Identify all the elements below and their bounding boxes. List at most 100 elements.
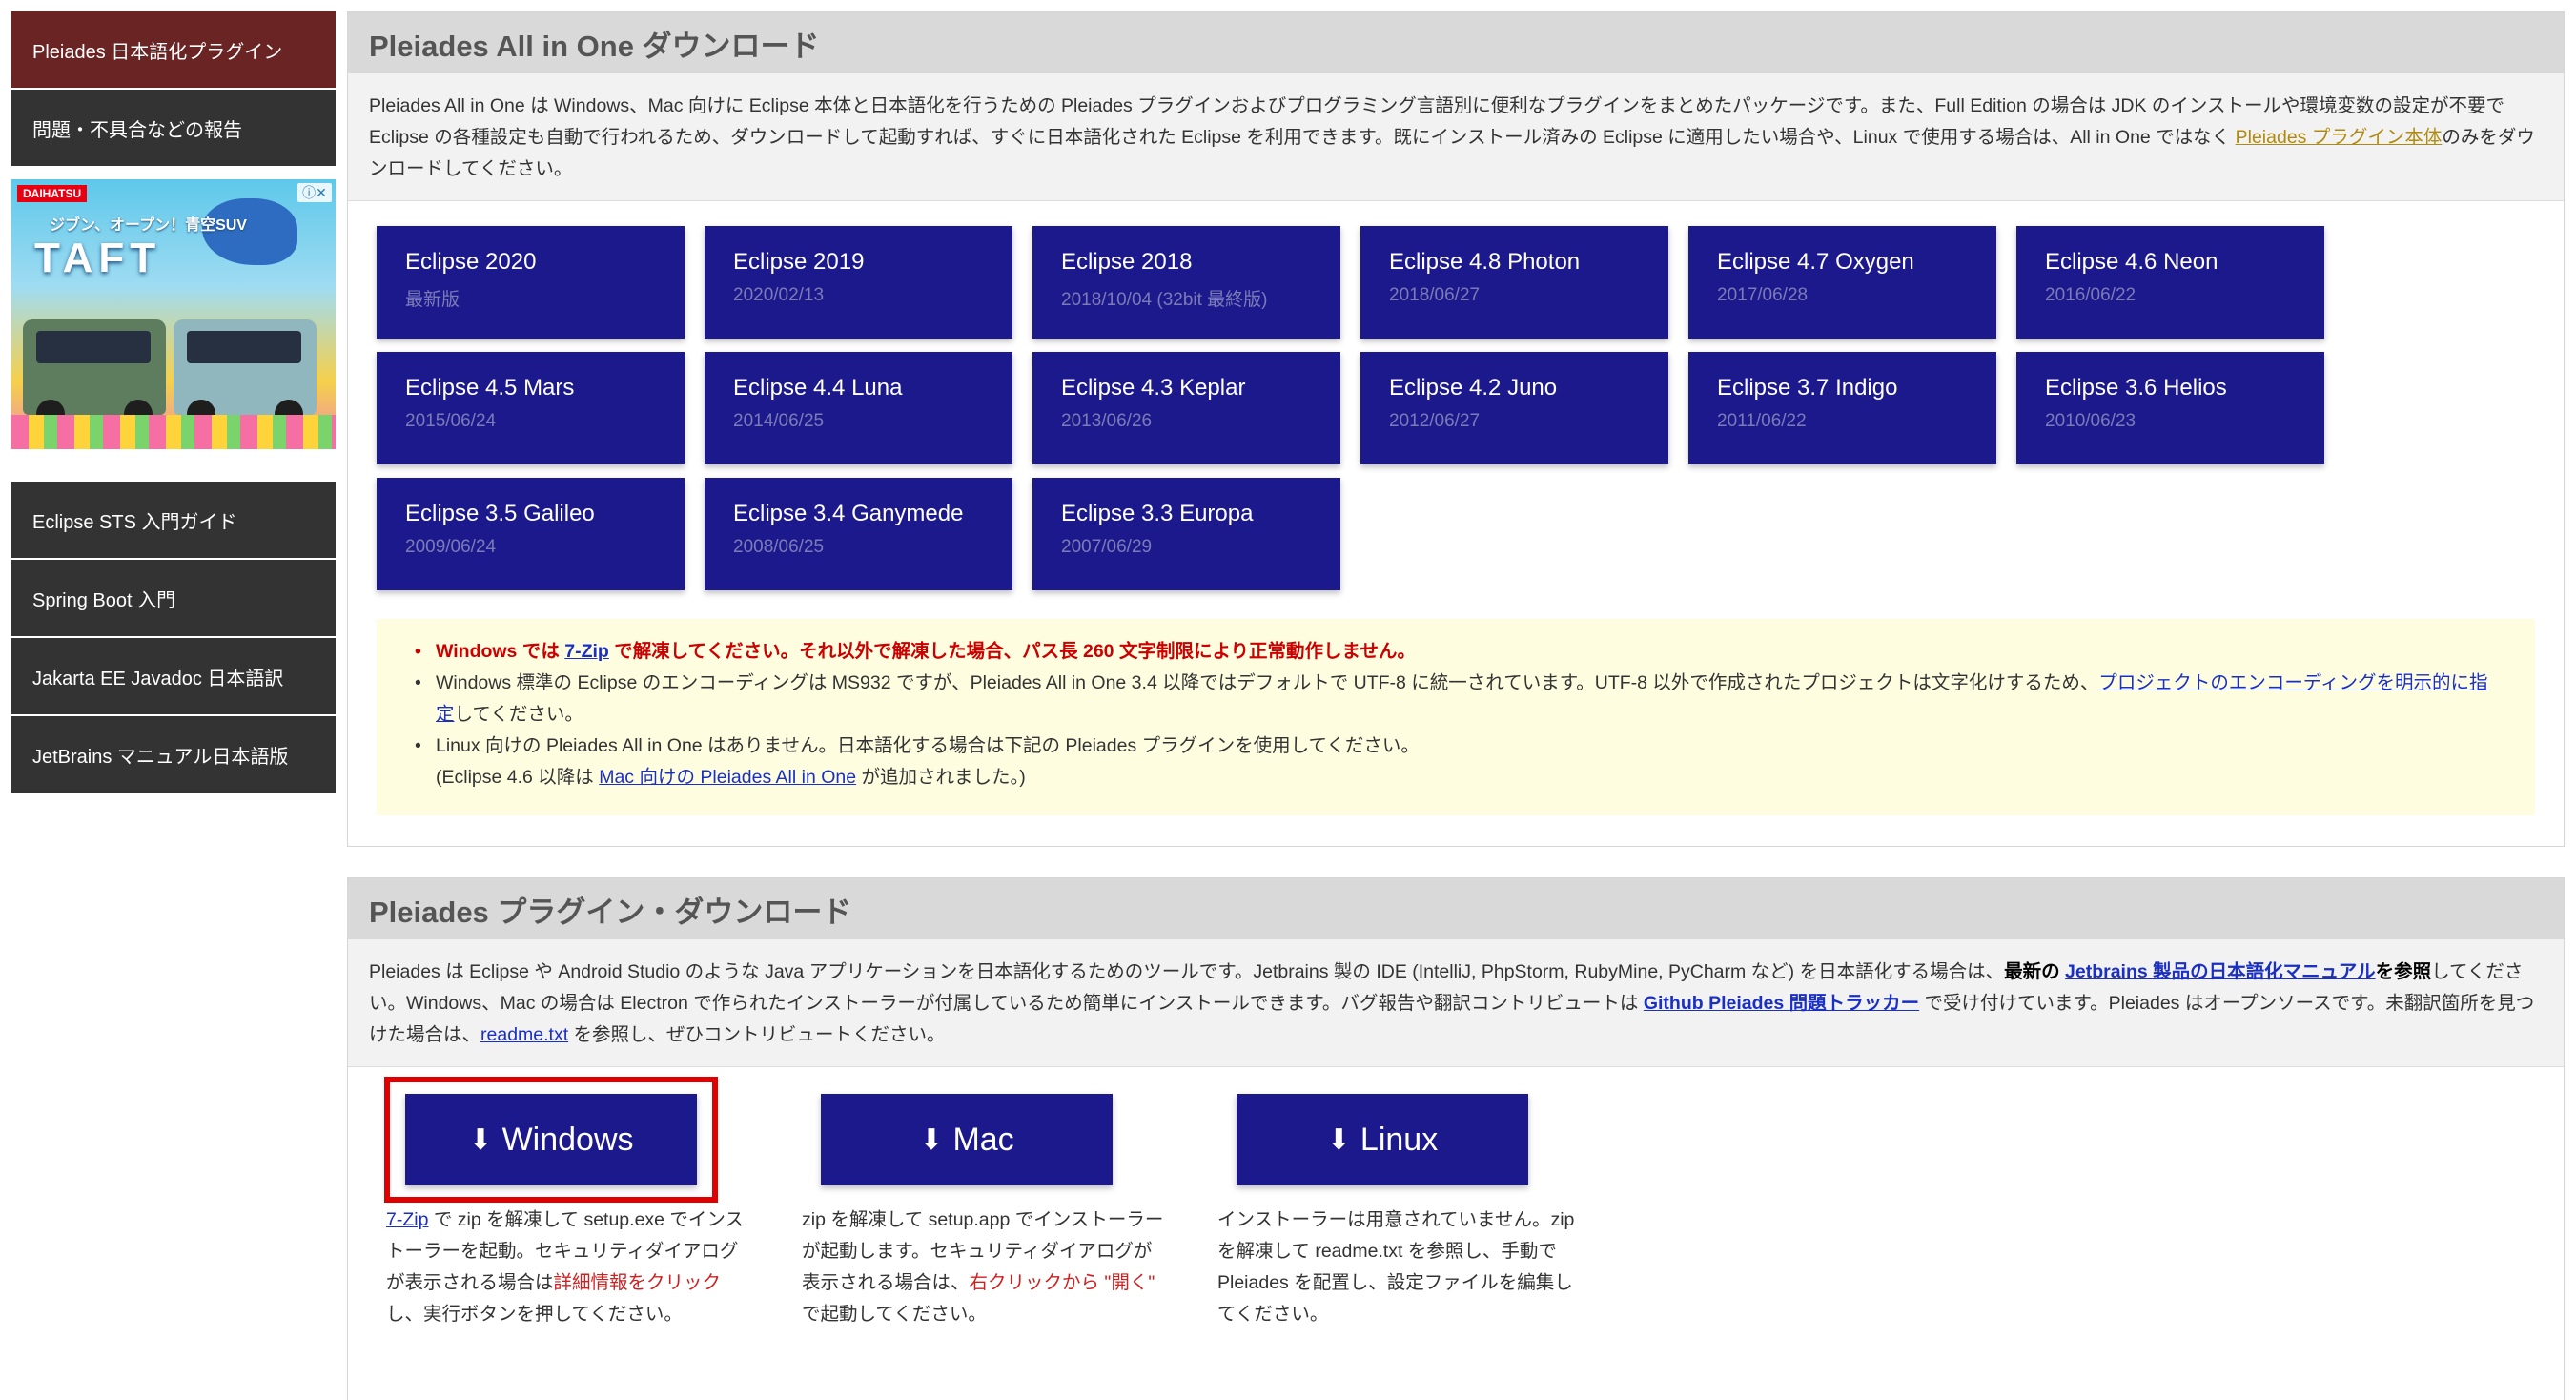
linux-note: インストーラーは用意されていません。zip を解凍して readme.txt を… bbox=[1217, 1209, 1575, 1325]
version-button[interactable]: Eclipse 4.6 Neon 2016/06/22 bbox=[2016, 226, 2324, 339]
plugin-title: Pleiades プラグイン・ダウンロード bbox=[348, 878, 2564, 939]
windows-note-highlight: 詳細情報をクリック bbox=[553, 1272, 722, 1293]
version-button[interactable]: Eclipse 3.4 Ganymede 2008/06/25 bbox=[705, 478, 1012, 590]
windows-download-button[interactable]: ⬇ Windows bbox=[405, 1094, 697, 1185]
bullet-icon: • bbox=[415, 641, 421, 662]
version-name: Eclipse 2018 bbox=[1061, 249, 1193, 275]
download-icon: ⬇ bbox=[919, 1123, 944, 1156]
version-date: 2018/06/27 bbox=[1389, 285, 1481, 305]
note-text: Windows 標準の Eclipse のエンコーディングは MS932 ですが… bbox=[436, 672, 2099, 693]
bullet-icon: • bbox=[415, 735, 421, 756]
sidebar: Pleiades 日本語化プラグイン 問題・不具合などの報告 DAIHATSU … bbox=[11, 11, 336, 794]
7zip-link[interactable]: 7-Zip bbox=[386, 1209, 428, 1230]
linux-download-button[interactable]: ⬇ Linux bbox=[1237, 1094, 1528, 1185]
bullet-icon: • bbox=[415, 672, 421, 693]
version-name: Eclipse 2019 bbox=[733, 249, 865, 275]
allinone-section: Pleiades All in One ダウンロード Pleiades All … bbox=[347, 11, 2565, 847]
version-button[interactable]: Eclipse 2020 最新版 bbox=[377, 226, 685, 339]
version-name: Eclipse 3.6 Helios bbox=[2045, 375, 2227, 401]
version-date: 2009/06/24 bbox=[405, 537, 497, 557]
7zip-link[interactable]: 7-Zip bbox=[564, 641, 609, 662]
plugin-desc-text: を参照し、ぜひコントリビュートください。 bbox=[568, 1024, 946, 1045]
version-name: Eclipse 4.3 Keplar bbox=[1061, 375, 1246, 401]
sidebar-item-bug-report[interactable]: 問題・不具合などの報告 bbox=[11, 90, 336, 166]
github-tracker-link[interactable]: Github Pleiades 問題トラッカー bbox=[1644, 993, 1919, 1014]
sidebar-item-jetbrains[interactable]: JetBrains マニュアル日本語版 bbox=[11, 716, 336, 793]
version-name: Eclipse 4.7 Oxygen bbox=[1717, 249, 1914, 275]
version-button[interactable]: Eclipse 4.8 Photon 2018/06/27 bbox=[1360, 226, 1668, 339]
note-text: で解凍してください。それ以外で解凍した場合、パス長 260 文字制限により正常動… bbox=[608, 641, 1416, 662]
mac-note-highlight: 右クリックから "開く" bbox=[969, 1272, 1155, 1293]
sidebar-item-eclipse-sts[interactable]: Eclipse STS 入門ガイド bbox=[11, 482, 336, 558]
ad-flowers-image bbox=[11, 415, 336, 449]
ad-car-image bbox=[23, 319, 166, 428]
version-button[interactable]: Eclipse 4.3 Keplar 2013/06/26 bbox=[1032, 352, 1340, 464]
note-text: が追加されました。) bbox=[856, 767, 1026, 788]
version-name: Eclipse 4.8 Photon bbox=[1389, 249, 1581, 275]
plugin-desc-bold: を参照 bbox=[2375, 961, 2432, 982]
windows-note: 7-Zip で zip を解凍して setup.exe でインストーラーを起動。… bbox=[386, 1204, 748, 1330]
readme-link[interactable]: readme.txt bbox=[480, 1024, 568, 1045]
version-name: Eclipse 4.2 Juno bbox=[1389, 375, 1558, 401]
plugin-desc-bold: 最新の bbox=[2004, 961, 2066, 982]
note-text: (Eclipse 4.6 以降は bbox=[436, 767, 600, 788]
advertisement-banner[interactable]: DAIHATSU ⓘ✕ ジブン、オープン！青空SUV TAFT bbox=[11, 179, 336, 449]
ad-brand-logo: DAIHATSU bbox=[17, 185, 88, 202]
windows-note-text: し、実行ボタンを押してください。 bbox=[386, 1304, 683, 1325]
version-name: Eclipse 3.7 Indigo bbox=[1717, 375, 1898, 401]
version-name: Eclipse 3.3 Europa bbox=[1061, 501, 1254, 526]
version-button[interactable]: Eclipse 4.5 Mars 2015/06/24 bbox=[377, 352, 685, 464]
sidebar-item-spring-boot[interactable]: Spring Boot 入門 bbox=[11, 560, 336, 636]
mac-allinone-link[interactable]: Mac 向けの Pleiades All in One bbox=[599, 767, 856, 788]
jetbrains-manual-link[interactable]: Jetbrains 製品の日本語化マニュアル bbox=[2065, 961, 2376, 982]
mac-note: zip を解凍して setup.app でインストーラーが起動します。セキュリテ… bbox=[802, 1204, 1164, 1330]
sidebar-item-pleiades-plugin[interactable]: Pleiades 日本語化プラグイン bbox=[11, 11, 336, 88]
ad-product-logo: TAFT bbox=[34, 235, 162, 281]
version-button[interactable]: Eclipse 4.4 Luna 2014/06/25 bbox=[705, 352, 1012, 464]
note-linux: • Linux 向けの Pleiades All in One はありません。日本… bbox=[415, 731, 2497, 793]
ad-headline: ジブン、オープン！青空SUV bbox=[50, 217, 247, 234]
notes-box: • Windows では 7-Zip で解凍してください。それ以外で解凍した場合、… bbox=[377, 619, 2535, 815]
version-button[interactable]: Eclipse 3.7 Indigo 2011/06/22 bbox=[1688, 352, 1996, 464]
mac-note-text: で起動してください。 bbox=[802, 1304, 987, 1325]
sidebar-top-group: Pleiades 日本語化プラグイン 問題・不具合などの報告 bbox=[11, 11, 336, 166]
version-button[interactable]: Eclipse 4.7 Oxygen 2017/06/28 bbox=[1688, 226, 1996, 339]
version-name: Eclipse 4.6 Neon bbox=[2045, 249, 2218, 275]
version-button[interactable]: Eclipse 4.2 Juno 2012/06/27 bbox=[1360, 352, 1668, 464]
sidebar-item-jakarta-ee[interactable]: Jakarta EE Javadoc 日本語訳 bbox=[11, 638, 336, 714]
version-date: 最新版 bbox=[405, 290, 460, 310]
version-date: 2007/06/29 bbox=[1061, 537, 1153, 557]
version-date: 2015/06/24 bbox=[405, 411, 497, 431]
version-button[interactable]: Eclipse 3.6 Helios 2010/06/23 bbox=[2016, 352, 2324, 464]
version-button[interactable]: Eclipse 2018 2018/10/04 (32bit 最終版) bbox=[1032, 226, 1340, 339]
pleiades-plugin-link[interactable]: Pleiades プラグイン本体 bbox=[2236, 127, 2443, 148]
note-encoding: • Windows 標準の Eclipse のエンコーディングは MS932 です… bbox=[415, 668, 2497, 731]
sidebar-bottom-group: Eclipse STS 入門ガイド Spring Boot 入門 Jakarta… bbox=[11, 482, 336, 793]
version-date: 2008/06/25 bbox=[733, 537, 825, 557]
linux-download-label: Linux bbox=[1360, 1121, 1439, 1158]
version-name: Eclipse 2020 bbox=[405, 249, 537, 275]
ad-close-icon[interactable]: ⓘ✕ bbox=[297, 183, 332, 202]
version-button[interactable]: Eclipse 3.3 Europa 2007/06/29 bbox=[1032, 478, 1340, 590]
version-date: 2013/06/26 bbox=[1061, 411, 1153, 431]
version-date: 2018/10/04 (32bit 最終版) bbox=[1061, 290, 1268, 310]
version-button[interactable]: Eclipse 2019 2020/02/13 bbox=[705, 226, 1012, 339]
version-grid: Eclipse 2020 最新版 Eclipse 2019 2020/02/13 E… bbox=[348, 201, 2564, 590]
version-name: Eclipse 3.4 Ganymede bbox=[733, 501, 964, 526]
version-date: 2020/02/13 bbox=[733, 285, 825, 305]
plugin-section: Pleiades プラグイン・ダウンロード Pleiades は Eclipse… bbox=[347, 877, 2565, 1400]
allinone-title: Pleiades All in One ダウンロード bbox=[348, 12, 2564, 73]
mac-download-button[interactable]: ⬇ Mac bbox=[821, 1094, 1113, 1185]
version-name: Eclipse 4.5 Mars bbox=[405, 375, 575, 401]
version-name: Eclipse 3.5 Galileo bbox=[405, 501, 595, 526]
note-text: Linux 向けの Pleiades All in One はありません。日本語… bbox=[436, 735, 1420, 756]
ad-car-image bbox=[174, 319, 317, 428]
note-text: してください。 bbox=[454, 704, 583, 725]
mac-download-label: Mac bbox=[952, 1121, 1014, 1158]
version-date: 2014/06/25 bbox=[733, 411, 825, 431]
windows-download-label: Windows bbox=[501, 1121, 634, 1158]
version-date: 2012/06/27 bbox=[1389, 411, 1481, 431]
note-7zip-warning: • Windows では 7-Zip で解凍してください。それ以外で解凍した場合、… bbox=[415, 636, 2497, 668]
allinone-description: Pleiades All in One は Windows、Mac 向けに Ec… bbox=[348, 73, 2564, 201]
version-button[interactable]: Eclipse 3.5 Galileo 2009/06/24 bbox=[377, 478, 685, 590]
